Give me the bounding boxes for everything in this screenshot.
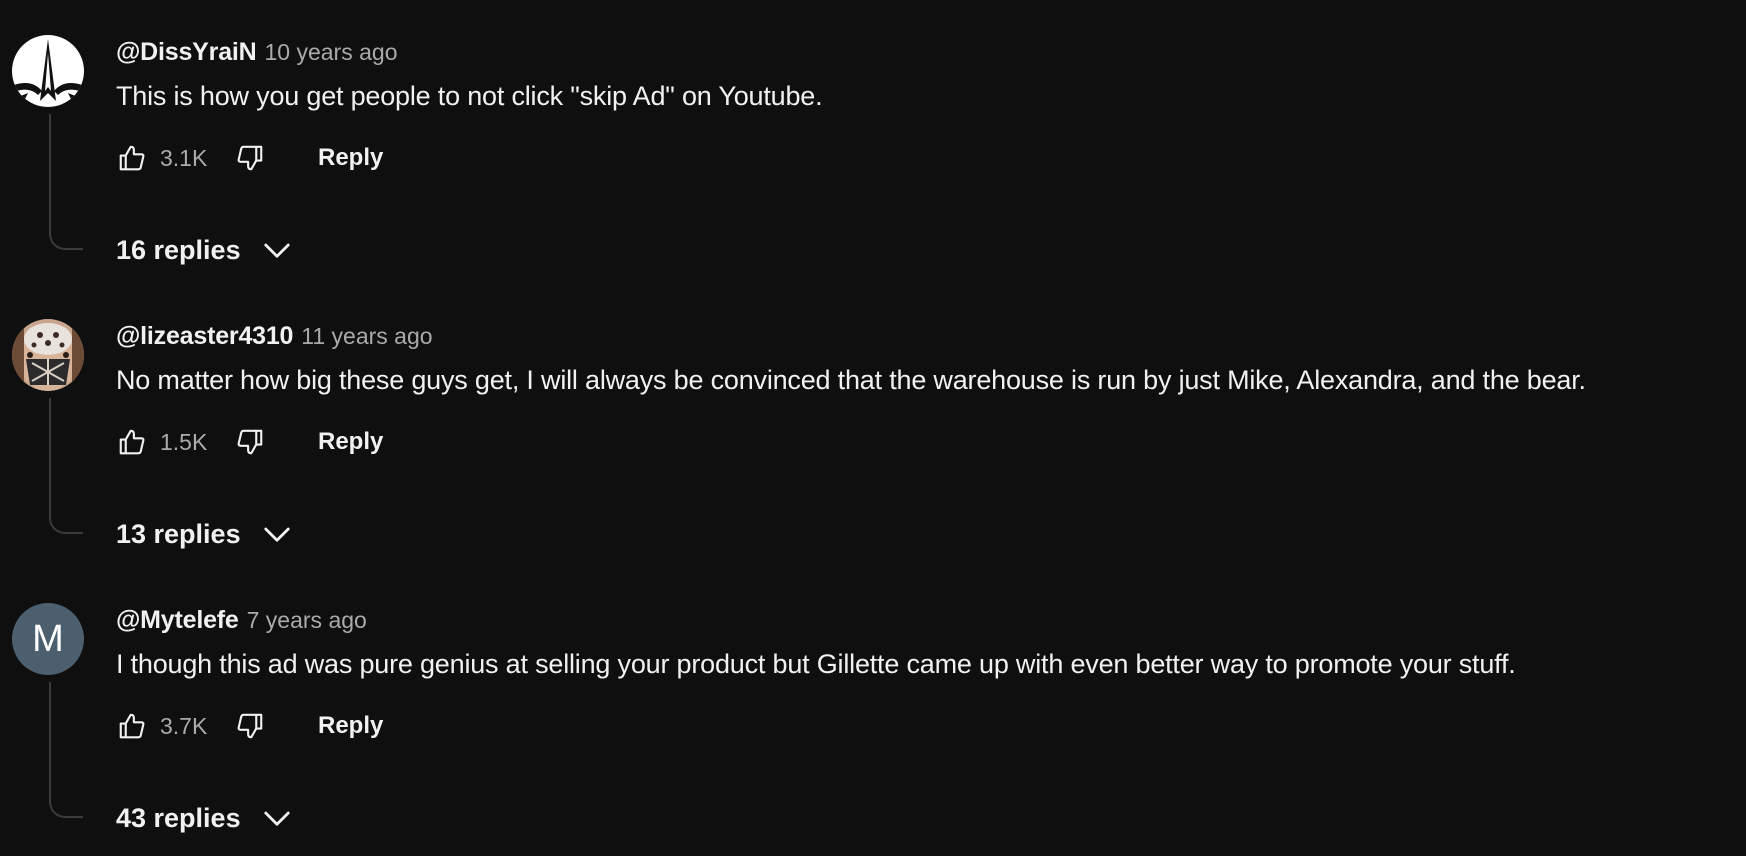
thumbs-down-icon	[237, 429, 263, 455]
view-replies-button[interactable]: 16 replies	[116, 230, 293, 270]
comment-time[interactable]: 11 years ago	[301, 323, 432, 350]
comment-actions: 1.5K Reply	[116, 424, 383, 460]
thread-line	[49, 114, 83, 250]
comment-thread: @lizeaster4310 11 years ago No matter ho…	[0, 284, 1746, 568]
reply-button[interactable]: Reply	[318, 144, 383, 172]
comment-actions: 3.1K Reply	[116, 140, 383, 176]
avatar-letter: M	[32, 617, 64, 660]
comment-thread: M @Mytelefe 7 years ago I though this ad…	[0, 568, 1746, 852]
patterned-face-icon	[12, 319, 84, 391]
dislike-button[interactable]	[234, 710, 266, 742]
reply-button[interactable]: Reply	[318, 712, 383, 740]
thumbs-down-icon	[237, 713, 263, 739]
comment-header: @Mytelefe 7 years ago	[116, 606, 367, 635]
dislike-button[interactable]	[234, 142, 266, 174]
comment-text: No matter how big these guys get, I will…	[116, 365, 1586, 395]
like-button[interactable]	[116, 426, 148, 458]
avatar[interactable]: M	[12, 603, 84, 675]
comment-time[interactable]: 7 years ago	[247, 607, 367, 634]
like-button[interactable]	[116, 710, 148, 742]
dislike-button[interactable]	[234, 426, 266, 458]
avatar[interactable]	[12, 319, 84, 391]
comment-header: @DissYraiN 10 years ago	[116, 38, 397, 67]
like-count: 3.1K	[160, 144, 208, 171]
comment-text: This is how you get people to not click …	[116, 81, 823, 111]
thumbs-up-icon	[119, 713, 145, 739]
replies-count: 13 replies	[116, 518, 241, 549]
replies-count: 43 replies	[116, 802, 241, 833]
thumbs-down-icon	[237, 145, 263, 171]
spire-logo-icon	[12, 35, 84, 107]
reply-button[interactable]: Reply	[318, 428, 383, 456]
thread-line	[49, 682, 83, 818]
avatar[interactable]	[12, 35, 84, 107]
chevron-down-icon	[261, 802, 293, 834]
author-name[interactable]: @Mytelefe	[116, 606, 239, 635]
like-button[interactable]	[116, 142, 148, 174]
view-replies-button[interactable]: 13 replies	[116, 514, 293, 554]
thread-line	[49, 398, 83, 534]
thumbs-up-icon	[119, 429, 145, 455]
view-replies-button[interactable]: 43 replies	[116, 798, 293, 838]
comment-header: @lizeaster4310 11 years ago	[116, 322, 433, 351]
author-name[interactable]: @lizeaster4310	[116, 322, 293, 351]
thumbs-up-icon	[119, 145, 145, 171]
chevron-down-icon	[261, 518, 293, 550]
like-count: 1.5K	[160, 428, 208, 455]
author-name[interactable]: @DissYraiN	[116, 38, 257, 67]
comment-thread: @DissYraiN 10 years ago This is how you …	[0, 0, 1746, 284]
like-count: 3.7K	[160, 712, 208, 739]
comment-actions: 3.7K Reply	[116, 708, 383, 744]
replies-count: 16 replies	[116, 234, 241, 265]
chevron-down-icon	[261, 234, 293, 266]
comment-time[interactable]: 10 years ago	[265, 39, 398, 66]
comment-text: I though this ad was pure genius at sell…	[116, 649, 1516, 679]
